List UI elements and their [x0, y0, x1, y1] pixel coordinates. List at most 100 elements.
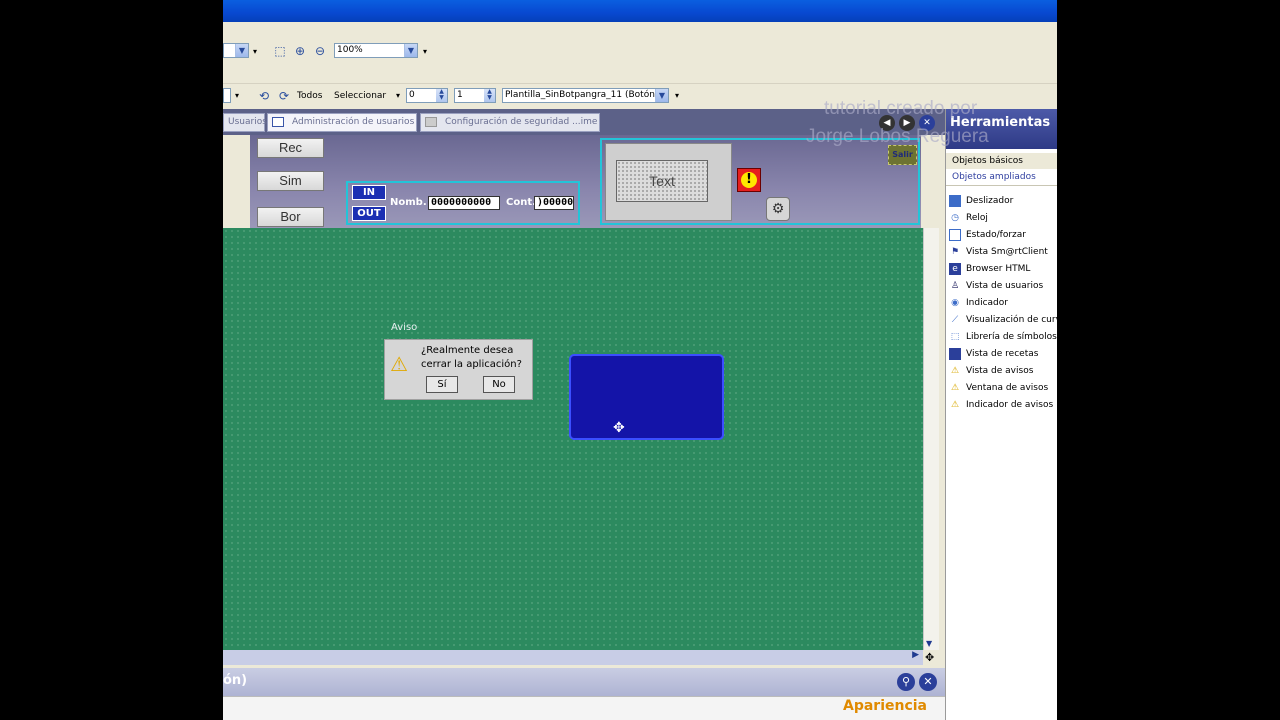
selection-frame[interactable]: Text ! ⚙ Salir	[600, 138, 920, 225]
pan-icon[interactable]: ✥	[925, 651, 934, 664]
symbol-library-icon: ⬚	[950, 331, 960, 342]
scroll-right-icon[interactable]: ▶	[912, 650, 919, 660]
tool-item-visualizacion-curvas[interactable]: ⟋ Visualización de curv	[949, 312, 1057, 329]
blue-rectangle-object[interactable]: ✥	[569, 354, 724, 440]
sim-button[interactable]: Sim	[257, 171, 324, 191]
close-properties-icon[interactable]: ✕	[919, 673, 937, 691]
canvas-horizontal-scrollbar[interactable]: ▶	[223, 650, 923, 665]
alarm-warning-icon[interactable]: !	[737, 168, 761, 192]
layers-icon[interactable]: ⟳	[276, 88, 292, 104]
tool-item-ventana-avisos[interactable]: ⚠ Ventana de avisos	[949, 380, 1048, 397]
warning-triangle-icon: ⚠	[390, 352, 408, 376]
screen-canvas[interactable]: Aviso ⚠ ¿Realmente desea cerrar la aplic…	[223, 228, 923, 650]
rotate-icon[interactable]: ⟲	[256, 88, 272, 104]
zoom-value: 100%	[337, 45, 363, 55]
zoom-in-icon[interactable]: ⊕	[292, 43, 308, 59]
aviso-message: ¿Realmente desea cerrar la aplicación?	[421, 344, 522, 372]
dropdown-marker-icon[interactable]: ▾	[675, 91, 679, 100]
tool-item-vista-avisos[interactable]: ⚠ Vista de avisos	[949, 363, 1033, 380]
tool-item-label: Visualización de curv	[966, 315, 1057, 325]
tool-item-libreria-simbolos[interactable]: ⬚ Librería de símbolos	[949, 329, 1057, 346]
pin-icon[interactable]: ⚲	[897, 673, 915, 691]
text-panel[interactable]: Text	[605, 143, 732, 221]
layer-from-stepper[interactable]: 0 ▲ ▼	[406, 88, 448, 103]
tool-item-label: Indicador	[966, 298, 1008, 308]
aviso-message-line1: ¿Realmente desea	[421, 345, 514, 356]
nomb-label: Nomb.	[390, 197, 427, 208]
tool-item-label: Reloj	[966, 213, 988, 223]
aviso-dialog[interactable]: ⚠ ¿Realmente desea cerrar la aplicación?…	[384, 339, 533, 400]
tool-item-smartclient[interactable]: ⚑ Vista Sm@rtClient	[949, 244, 1048, 261]
dropdown-marker-icon[interactable]: ▾	[423, 47, 427, 56]
stepper-arrows-icon[interactable]: ▲ ▼	[484, 89, 495, 102]
rec-button[interactable]: Rec	[257, 138, 324, 158]
move-cursor-icon: ✥	[613, 420, 625, 436]
tool-item-reloj[interactable]: ◷ Reloj	[949, 210, 988, 227]
tab-label: Administración de usuarios	[292, 117, 415, 127]
slider-icon	[949, 194, 961, 207]
tab-administracion-usuarios[interactable]: Administración de usuarios	[267, 113, 417, 132]
toolbar-top: ▼ ▾ ⬚ ⊕ ⊖ 100% ▼ ▾	[223, 22, 1057, 84]
font-select[interactable]: ▼	[223, 43, 249, 58]
out-label: OUT	[352, 206, 386, 221]
yes-button[interactable]: Sí	[426, 376, 458, 393]
layer-to-value: 1	[457, 90, 463, 100]
settings-gear-icon[interactable]: ⚙	[766, 197, 790, 221]
category-extended-objects[interactable]: Objetos ampliados	[946, 169, 1057, 186]
clipped-combo[interactable]	[223, 88, 231, 103]
text-field[interactable]: Text	[616, 160, 708, 202]
bor-button[interactable]: Bor	[257, 207, 324, 227]
dropdown-marker-icon[interactable]: ▾	[253, 47, 257, 56]
category-basic-objects[interactable]: Objetos básicos	[946, 153, 1057, 170]
object-select-value: Plantilla_SinBotpangra_11 (Botón)	[505, 90, 659, 100]
aviso-title: Aviso	[391, 322, 418, 333]
dropdown-marker-icon[interactable]: ▾	[396, 91, 400, 100]
properties-title: ón)	[223, 673, 248, 688]
aviso-message-line2: cerrar la aplicación?	[421, 359, 522, 370]
status-force-icon	[949, 228, 961, 241]
tool-item-vista-recetas[interactable]: Vista de recetas	[949, 346, 1038, 363]
chevron-down-icon: ▼	[655, 89, 668, 102]
canvas-vertical-scrollbar[interactable]: ▼	[923, 228, 939, 650]
tool-item-label: Indicador de avisos	[966, 400, 1054, 410]
layer-from-value: 0	[409, 90, 415, 100]
tab-usuarios[interactable]: Usuarios	[223, 113, 267, 132]
tool-item-estado-forzar[interactable]: Estado/forzar	[949, 227, 1026, 244]
zoom-select[interactable]: 100% ▼	[334, 43, 418, 58]
no-button[interactable]: No	[483, 376, 515, 393]
application-window: ▼ ▾ ⬚ ⊕ ⊖ 100% ▼ ▾ ▾ ⟲ ⟳ Todos Seleccion…	[223, 0, 1057, 720]
tool-item-label: Browser HTML	[966, 264, 1031, 274]
dropdown-marker-icon[interactable]: ▾	[235, 91, 239, 100]
indicator-icon: ◉	[951, 297, 959, 308]
trend-icon: ⟋	[951, 314, 959, 325]
apariencia-tab[interactable]: Apariencia	[843, 698, 927, 714]
tab-configuracion-seguridad[interactable]: Configuración de seguridad ...ime	[420, 113, 600, 132]
tool-item-indicador[interactable]: ◉ Indicador	[949, 295, 1008, 312]
alarm-view-icon: ⚠	[950, 365, 960, 376]
tool-item-indicador-avisos[interactable]: ⚠ Indicador de avisos	[949, 397, 1053, 414]
alarm-window-icon: ⚠	[950, 382, 960, 393]
layer-to-stepper[interactable]: 1 ▲ ▼	[454, 88, 496, 103]
tool-item-label: Librería de símbolos	[966, 332, 1057, 342]
zoom-area-icon[interactable]: ⬚	[272, 43, 288, 59]
in-label: IN	[352, 185, 386, 200]
title-bar	[223, 0, 1057, 22]
clock-icon: ◷	[951, 212, 959, 223]
object-select[interactable]: Plantilla_SinBotpangra_11 (Botón) ▼	[502, 88, 669, 103]
user-icon: ♙	[950, 280, 960, 291]
nomb-field[interactable]: 0000000000	[428, 196, 500, 210]
cont-field[interactable]: )00000(	[534, 196, 574, 210]
salir-button[interactable]: Salir	[888, 145, 917, 165]
tool-item-browser-html[interactable]: e Browser HTML	[949, 261, 1030, 278]
hmi-template-header: Rec Sim Bor IN OUT Nomb. 0000000000 Cont…	[250, 135, 921, 228]
zoom-out-icon[interactable]: ⊖	[312, 43, 328, 59]
tool-item-vista-usuarios[interactable]: ♙ Vista de usuarios	[949, 278, 1043, 295]
tool-item-label: Vista de avisos	[966, 366, 1034, 376]
stepper-arrows-icon[interactable]: ▲ ▼	[436, 89, 447, 102]
screen-icon	[272, 116, 284, 127]
tools-panel: Herramientas Objetos básicos Objetos amp…	[945, 109, 1057, 720]
tool-item-deslizador[interactable]: Deslizador	[949, 193, 1013, 210]
io-field-group[interactable]: IN OUT Nomb. 0000000000 Cont. )00000(	[346, 181, 580, 225]
scroll-down-icon[interactable]: ▼	[926, 639, 932, 648]
chevron-down-icon: ▼	[235, 44, 248, 57]
